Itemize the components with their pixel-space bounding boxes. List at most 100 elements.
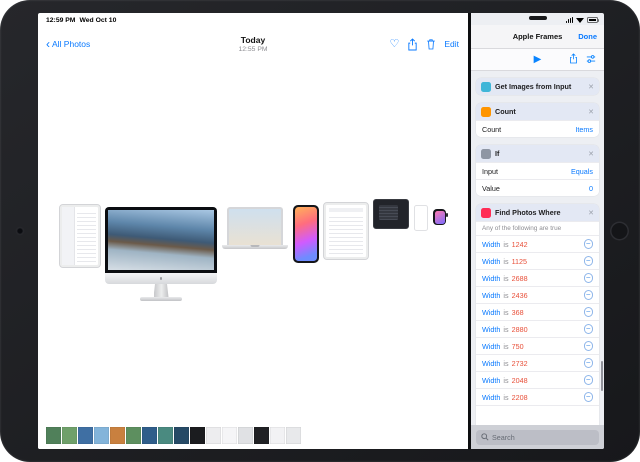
filter-value[interactable]: 750 xyxy=(512,342,524,351)
filter-value[interactable]: 2436 xyxy=(512,291,528,300)
filter-field[interactable]: Width xyxy=(482,274,500,283)
param-row: Value 0 xyxy=(476,179,599,196)
remove-action-icon[interactable]: ✕ xyxy=(588,209,594,217)
photo-thumbnail[interactable] xyxy=(222,427,237,444)
filter-field[interactable]: Width xyxy=(482,257,500,266)
photo-thumbnail[interactable] xyxy=(206,427,221,444)
share-icon[interactable] xyxy=(407,38,418,51)
photo-thumbnail[interactable] xyxy=(174,427,189,444)
favorite-heart-icon[interactable]: ♡ xyxy=(389,39,399,49)
remove-filter-icon[interactable]: − xyxy=(584,375,594,385)
remove-filter-icon[interactable]: − xyxy=(584,256,594,266)
param-label: Count xyxy=(482,125,501,134)
param-value[interactable]: 0 xyxy=(589,184,593,193)
photo-thumbnail[interactable] xyxy=(94,427,109,444)
remove-filter-icon[interactable]: − xyxy=(584,324,594,334)
photo-thumbnail[interactable] xyxy=(238,427,253,444)
filter-row[interactable]: Width is 2208 − xyxy=(476,388,599,405)
filter-value[interactable]: 1125 xyxy=(512,257,527,266)
action-if[interactable]: If ✕ Input Equals Value xyxy=(476,145,599,196)
small-iphone-device xyxy=(414,205,428,231)
photo-thumbnail[interactable] xyxy=(286,427,301,444)
photo-thumbnail[interactable] xyxy=(190,427,205,444)
filter-value[interactable]: 2688 xyxy=(512,274,528,283)
remove-filter-icon[interactable]: − xyxy=(584,273,594,283)
remove-filter-icon[interactable]: − xyxy=(584,341,594,351)
photo-thumbnail[interactable] xyxy=(254,427,269,444)
condition-note: Any of the following are true xyxy=(476,221,599,235)
filter-row[interactable]: Width is 368 − xyxy=(476,303,599,320)
param-value[interactable]: Items xyxy=(575,125,593,134)
filter-row[interactable]: Width is 750 − xyxy=(476,337,599,354)
ipad-document-device xyxy=(324,203,368,259)
filter-row[interactable]: Width is 2688 − xyxy=(476,269,599,286)
param-value[interactable]: Equals xyxy=(571,167,593,176)
photo-thumbnail[interactable] xyxy=(270,427,285,444)
filter-row[interactable]: Width is 2880 − xyxy=(476,320,599,337)
run-play-button[interactable]: ▶ xyxy=(534,55,542,65)
photo-thumbnail[interactable] xyxy=(110,427,125,444)
filter-operator: is xyxy=(503,291,508,300)
filter-value[interactable]: 2732 xyxy=(512,359,528,368)
filter-operator: is xyxy=(503,325,508,334)
home-button[interactable] xyxy=(610,222,629,241)
photo-thumbnail[interactable] xyxy=(158,427,173,444)
back-all-photos-button[interactable]: ‹ All Photos xyxy=(46,39,90,49)
filter-row[interactable]: Width is 2048 − xyxy=(476,371,599,388)
action-find-photos[interactable]: Find Photos Where ✕ Any of the following… xyxy=(476,204,599,425)
action-count[interactable]: Count ✕ Count Items xyxy=(476,103,599,137)
front-camera xyxy=(17,228,23,234)
filter-field[interactable]: Width xyxy=(482,291,500,300)
photo-thumbnail[interactable] xyxy=(78,427,93,444)
photo-thumbnail[interactable] xyxy=(46,427,61,444)
search-input[interactable] xyxy=(492,433,594,442)
photos-actions: ♡ Edit xyxy=(389,38,459,51)
filter-field[interactable]: Width xyxy=(482,359,500,368)
filter-row[interactable]: Width is 2436 − xyxy=(476,286,599,303)
edit-button[interactable]: Edit xyxy=(444,39,459,49)
remove-filter-icon[interactable]: − xyxy=(584,307,594,317)
filter-operator: is xyxy=(503,308,508,317)
dark-display-window xyxy=(379,205,398,220)
filter-row[interactable]: Width is 1242 − xyxy=(476,235,599,252)
remove-filter-icon[interactable]: − xyxy=(584,392,594,402)
filter-value[interactable]: 2208 xyxy=(512,393,528,402)
photo-thumbnail[interactable] xyxy=(142,427,157,444)
filter-value[interactable]: 2048 xyxy=(512,376,528,385)
filter-field[interactable]: Width xyxy=(482,376,500,385)
filter-field[interactable]: Width xyxy=(482,393,500,402)
filter-field[interactable]: Width xyxy=(482,325,500,334)
action-get-images[interactable]: Get Images from Input ✕ xyxy=(476,78,599,95)
photo-view[interactable] xyxy=(38,63,468,449)
slide-over-drag-handle[interactable] xyxy=(529,16,547,20)
photo-thumbnail[interactable] xyxy=(62,427,77,444)
filter-value[interactable]: 2880 xyxy=(512,325,528,334)
filter-value[interactable]: 368 xyxy=(512,308,524,317)
thumbnail-strip xyxy=(46,427,301,444)
trash-icon[interactable] xyxy=(426,38,436,50)
scrollbar[interactable] xyxy=(601,361,604,391)
filter-operator: is xyxy=(503,393,508,402)
share-icon[interactable] xyxy=(569,51,578,69)
remove-filter-icon[interactable]: − xyxy=(584,290,594,300)
search-field[interactable] xyxy=(476,430,599,445)
remove-filter-icon[interactable]: − xyxy=(584,239,594,249)
filter-row[interactable]: Width is 2732 − xyxy=(476,354,599,371)
filter-field[interactable]: Width xyxy=(482,308,500,317)
filter-row[interactable]: Width is 1125 − xyxy=(476,252,599,269)
document-header xyxy=(329,208,363,212)
iphone-device xyxy=(293,205,319,263)
remove-action-icon[interactable]: ✕ xyxy=(588,83,594,91)
remove-action-icon[interactable]: ✕ xyxy=(588,108,594,116)
photo-thumbnail[interactable] xyxy=(126,427,141,444)
filter-field[interactable]: Width xyxy=(482,342,500,351)
filter-operator: is xyxy=(503,376,508,385)
macbook-device xyxy=(222,207,288,249)
filter-field[interactable]: Width xyxy=(482,240,500,249)
status-bar-left: 12:59 PM Wed Oct 10 xyxy=(46,17,116,24)
settings-toggles-icon[interactable] xyxy=(586,51,596,69)
remove-filter-icon[interactable]: − xyxy=(584,358,594,368)
filter-value[interactable]: 1242 xyxy=(512,240,528,249)
done-button[interactable]: Done xyxy=(578,32,597,41)
remove-action-icon[interactable]: ✕ xyxy=(588,150,594,158)
